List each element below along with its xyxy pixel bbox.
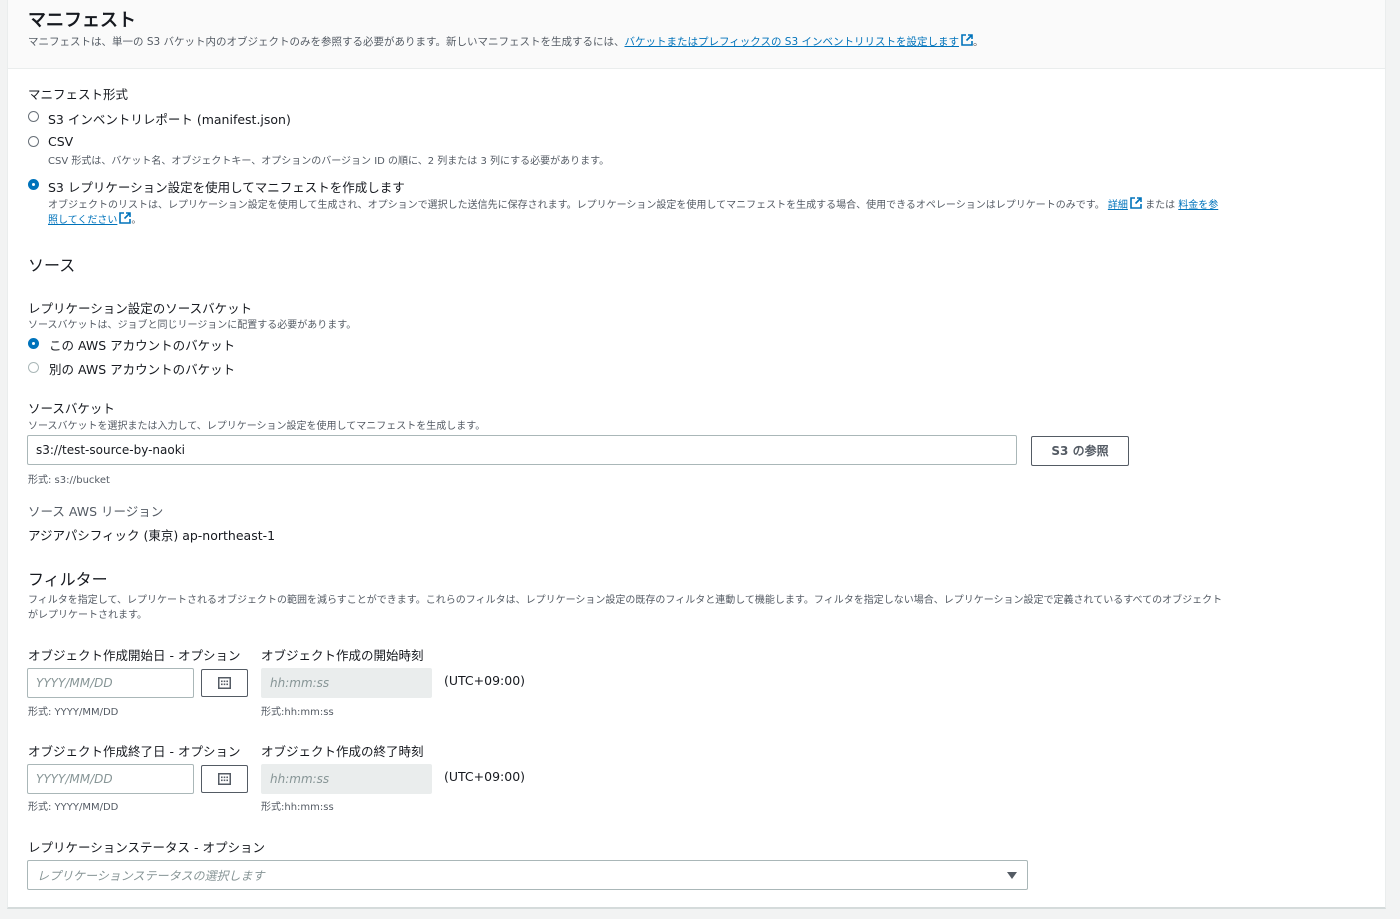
replication-status-select[interactable]: レプリケーションステータスの選択します [27, 860, 1028, 890]
radio-replication-config-label[interactable]: S3 レプリケーション設定を使用してマニフェストを作成します [48, 177, 405, 196]
calendar-icon [218, 677, 231, 689]
source-bucket-choice-sub: ソースバケットは、ジョブと同じリージョンに配置する必要があります。 [28, 320, 357, 331]
end-date-format: 形式: YYYY/MM/DD [28, 802, 119, 813]
start-date-label: オブジェクト作成開始日 - オプション [28, 648, 241, 663]
source-section-title: ソース [28, 256, 76, 275]
radio-other-account-label[interactable]: 別の AWS アカウントのバケット [49, 359, 235, 378]
external-link-icon [119, 212, 132, 224]
end-time-input[interactable]: hh:mm:ss [261, 764, 432, 794]
manifest-title: マニフェスト [28, 10, 136, 31]
s3-browse-button[interactable]: S3 の参照 [1031, 436, 1129, 466]
pricing-link-part1[interactable]: 料金を参 [1178, 200, 1218, 211]
radio-s3-inventory-label[interactable]: S3 インベントリレポート (manifest.json) [48, 109, 291, 128]
end-time-label: オブジェクト作成の終了時刻 [261, 744, 424, 759]
radio-csv-desc: CSV 形式は、バケット名、オブジェクトキー、オプションのバージョン ID の順… [48, 156, 610, 167]
source-bucket-format: 形式: s3://bucket [28, 475, 110, 486]
end-date-input[interactable]: YYYY/MM/DD [27, 764, 194, 794]
start-calendar-button[interactable] [201, 669, 248, 697]
manifest-panel: マニフェスト マニフェストは、単一の S3 バケット内のオブジェクトのみを参照す… [7, 0, 1386, 909]
start-time-label: オブジェクト作成の開始時刻 [261, 648, 424, 663]
radio-this-account-label[interactable]: この AWS アカウントのバケット [49, 335, 235, 354]
filter-section-title: フィルター [28, 570, 108, 589]
s3-inventory-link[interactable]: バケットまたはプレフィックスの S3 インベントリリストを設定します [624, 36, 959, 48]
filter-desc-line1: フィルタを指定して、レプリケートされるオブジェクトの範囲を減らすことができます。… [28, 595, 1223, 606]
source-bucket-sub: ソースバケットを選択または入力して、レプリケーション設定を使用してマニフェストを… [28, 421, 486, 432]
manifest-description: マニフェストは、単一の S3 バケット内のオブジェクトのみを参照する必要がありま… [28, 34, 984, 48]
calendar-icon [218, 773, 231, 785]
source-bucket-input[interactable]: s3://test-source-by-naoki [27, 435, 1017, 465]
start-timezone: (UTC+09:00) [444, 673, 526, 688]
replication-status-placeholder: レプリケーションステータスの選択します [37, 869, 265, 883]
start-date-input[interactable]: YYYY/MM/DD [27, 668, 194, 698]
external-link-icon [1130, 197, 1142, 209]
end-calendar-button[interactable] [201, 765, 248, 793]
radio-s3-inventory[interactable] [28, 111, 39, 122]
radio-this-account[interactable] [28, 338, 39, 349]
source-region-value: アジアパシフィック (東京) ap-northeast-1 [28, 528, 276, 543]
pricing-link-part2[interactable]: 照してください [48, 215, 117, 226]
external-link-icon [961, 34, 973, 46]
caret-down-icon [1007, 872, 1017, 879]
manifest-format-label: マニフェスト形式 [28, 87, 129, 102]
radio-other-account[interactable] [28, 362, 39, 373]
radio-replication-config-desc: オブジェクトのリストは、レプリケーション設定を使用して生成され、オプションで選択… [48, 196, 1218, 211]
end-timezone: (UTC+09:00) [444, 769, 526, 784]
source-region-label: ソース AWS リージョン [28, 504, 164, 519]
end-date-label: オブジェクト作成終了日 - オプション [28, 744, 241, 759]
radio-replication-config-desc-line2: 照してください。 [48, 211, 141, 226]
filter-desc-line2: がレプリケートされます。 [28, 610, 147, 621]
radio-csv-label[interactable]: CSV [48, 134, 73, 149]
manifest-desc-text: マニフェストは、単一の S3 バケット内のオブジェクトのみを参照する必要がありま… [28, 36, 625, 48]
radio-replication-config[interactable] [28, 179, 39, 190]
replication-status-label: レプリケーションステータス - オプション [28, 840, 265, 855]
end-time-format: 形式:hh:mm:ss [261, 802, 334, 813]
detail-link[interactable]: 詳細 [1108, 200, 1128, 211]
start-time-input[interactable]: hh:mm:ss [261, 668, 432, 698]
start-time-format: 形式:hh:mm:ss [261, 707, 334, 718]
source-bucket-choice-label: レプリケーション設定のソースバケット [28, 301, 253, 316]
source-bucket-label: ソースバケット [28, 401, 115, 416]
start-date-format: 形式: YYYY/MM/DD [28, 707, 119, 718]
radio-csv[interactable] [28, 136, 39, 147]
